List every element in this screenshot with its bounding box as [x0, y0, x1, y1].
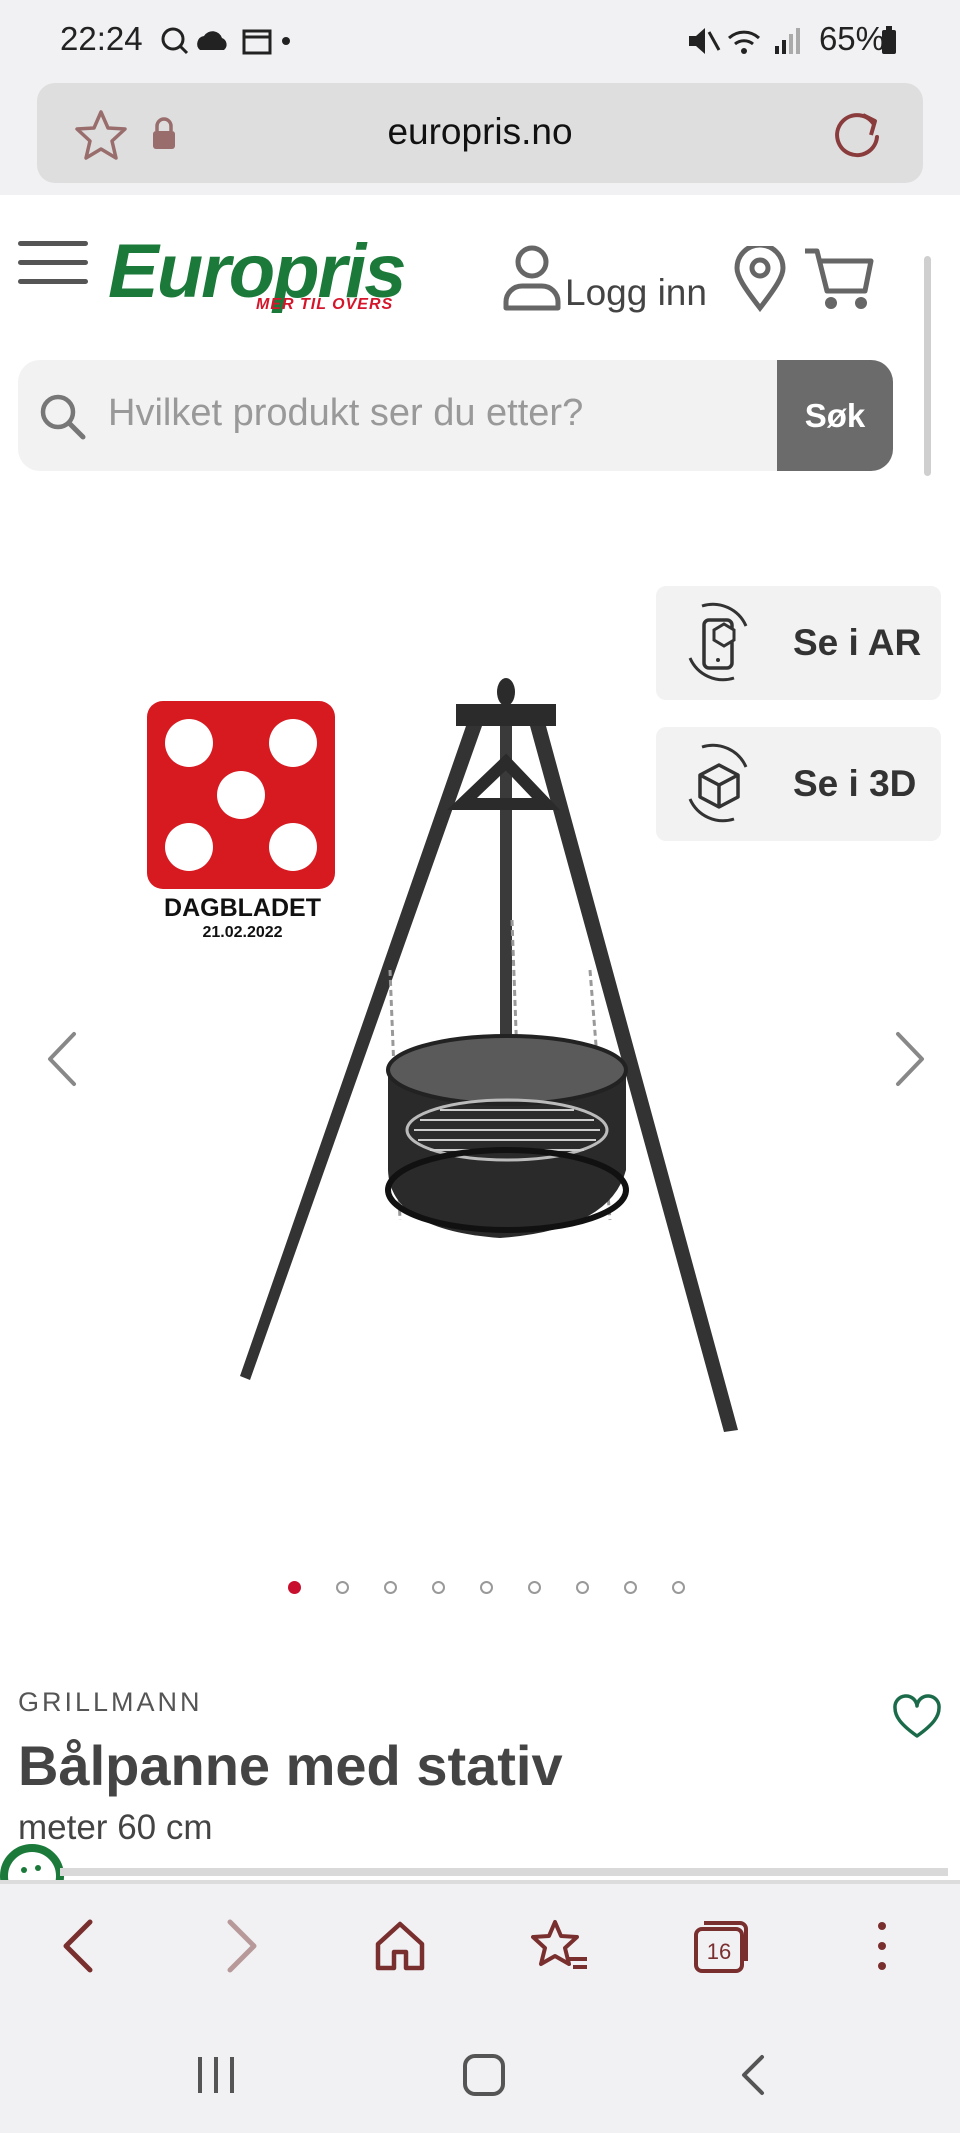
tabs-icon: 16 [694, 1921, 748, 1973]
back-nav-icon[interactable] [738, 2053, 768, 2097]
carousel-pagination [288, 1581, 688, 1601]
carousel-dot[interactable] [288, 1581, 301, 1594]
carousel-prev-arrow-icon[interactable] [44, 1030, 80, 1088]
product-title: Bålpanne med stativ [18, 1734, 563, 1797]
view-in-ar-label: Se i AR [793, 622, 922, 663]
back-arrow-icon [63, 1919, 93, 1973]
bookmarks-button[interactable] [530, 1916, 590, 1976]
page-scrollbar[interactable] [924, 256, 931, 476]
more-options-button[interactable] [852, 1916, 912, 1976]
carousel-dot[interactable] [432, 1581, 445, 1594]
bookmarks-star-list-icon [531, 1920, 587, 1969]
tabs-button[interactable]: 16 [690, 1916, 750, 1976]
search-input[interactable]: Hvilket produkt ser du etter? [108, 392, 583, 435]
battery-icon [882, 26, 896, 54]
forward-arrow-icon [227, 1919, 257, 1973]
store-location-icon[interactable] [733, 246, 787, 312]
view-in-3d-label: Se i 3D [793, 763, 917, 804]
recent-apps-icon[interactable] [194, 2053, 238, 2097]
home-icon [375, 1921, 425, 1971]
forward-button[interactable] [212, 1916, 272, 1976]
reload-icon[interactable] [833, 109, 885, 161]
home-nav-icon[interactable] [462, 2053, 506, 2097]
back-button[interactable] [48, 1916, 108, 1976]
carousel-dot[interactable] [624, 1581, 637, 1594]
url-bar[interactable]: europris.no [37, 83, 923, 183]
login-link[interactable]: Logg inn [565, 272, 707, 314]
search-button[interactable]: Søk [777, 360, 893, 471]
home-button[interactable] [370, 1916, 430, 1976]
status-time: 22:24 [60, 20, 143, 57]
logo-tagline: MER TIL OVERS [256, 296, 394, 313]
tab-count: 16 [707, 1939, 731, 1964]
product-brand[interactable]: GRILLMANN [18, 1687, 203, 1718]
carousel-dot[interactable] [480, 1581, 493, 1594]
favorite-heart-icon[interactable] [892, 1694, 942, 1740]
carousel-next-arrow-icon[interactable] [892, 1030, 928, 1088]
carousel-dot[interactable] [672, 1581, 685, 1594]
status-battery: 65% [818, 20, 885, 57]
status-system-icons [689, 28, 800, 54]
status-notification-icons [161, 27, 290, 55]
content-divider [60, 1868, 948, 1876]
product-image[interactable] [230, 670, 760, 1450]
search-icon [40, 394, 86, 440]
carousel-dot[interactable] [528, 1581, 541, 1594]
browser-toolbar: 16 [0, 1880, 960, 2009]
system-navigation-bar [0, 2005, 960, 2133]
cart-icon[interactable] [803, 245, 875, 313]
search-bar[interactable]: Hvilket produkt ser du etter? Søk [18, 360, 893, 471]
more-vertical-icon [878, 1922, 886, 1970]
carousel-dot[interactable] [384, 1581, 397, 1594]
carousel-dot[interactable] [576, 1581, 589, 1594]
carousel-dot[interactable] [336, 1581, 349, 1594]
status-bar: 22:24 65% [0, 0, 960, 80]
user-icon[interactable] [502, 244, 562, 312]
url-text[interactable]: europris.no [37, 111, 923, 153]
hamburger-menu-icon[interactable] [18, 241, 88, 298]
